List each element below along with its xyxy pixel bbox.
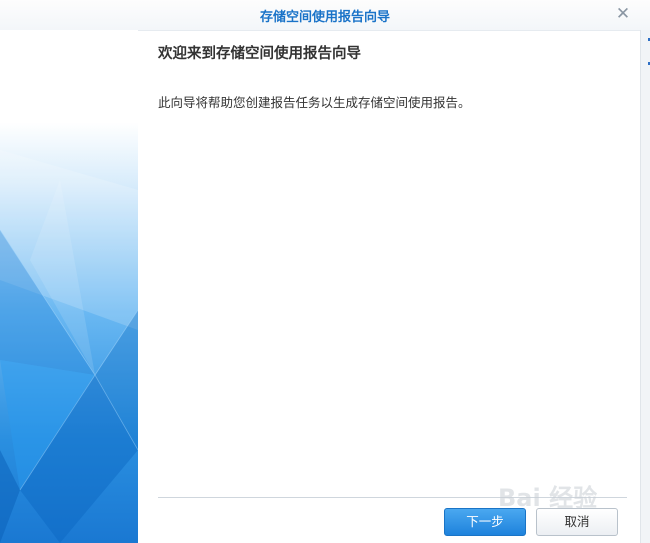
cancel-button[interactable]: 取消 (536, 508, 618, 536)
next-button[interactable]: 下一步 (444, 508, 526, 536)
wizard-heading: 欢迎来到存储空间使用报告向导 (158, 46, 361, 62)
wizard-description: 此向导将帮助您创建报告任务以生成存储空间使用报告。 (158, 95, 471, 110)
window-right-edge (640, 30, 650, 543)
wizard-dialog: 存储空间使用报告向导 ✕ 欢迎来到存储空间使用报告向导 此向导将帮助您创建报告任… (0, 0, 650, 543)
dialog-title: 存储空间使用报告向导 (259, 10, 390, 25)
footer-divider (158, 497, 627, 498)
close-icon[interactable]: ✕ (612, 4, 634, 24)
wizard-banner-image (0, 30, 138, 543)
dialog-titlebar: 存储空间使用报告向导 ✕ (0, 0, 650, 31)
